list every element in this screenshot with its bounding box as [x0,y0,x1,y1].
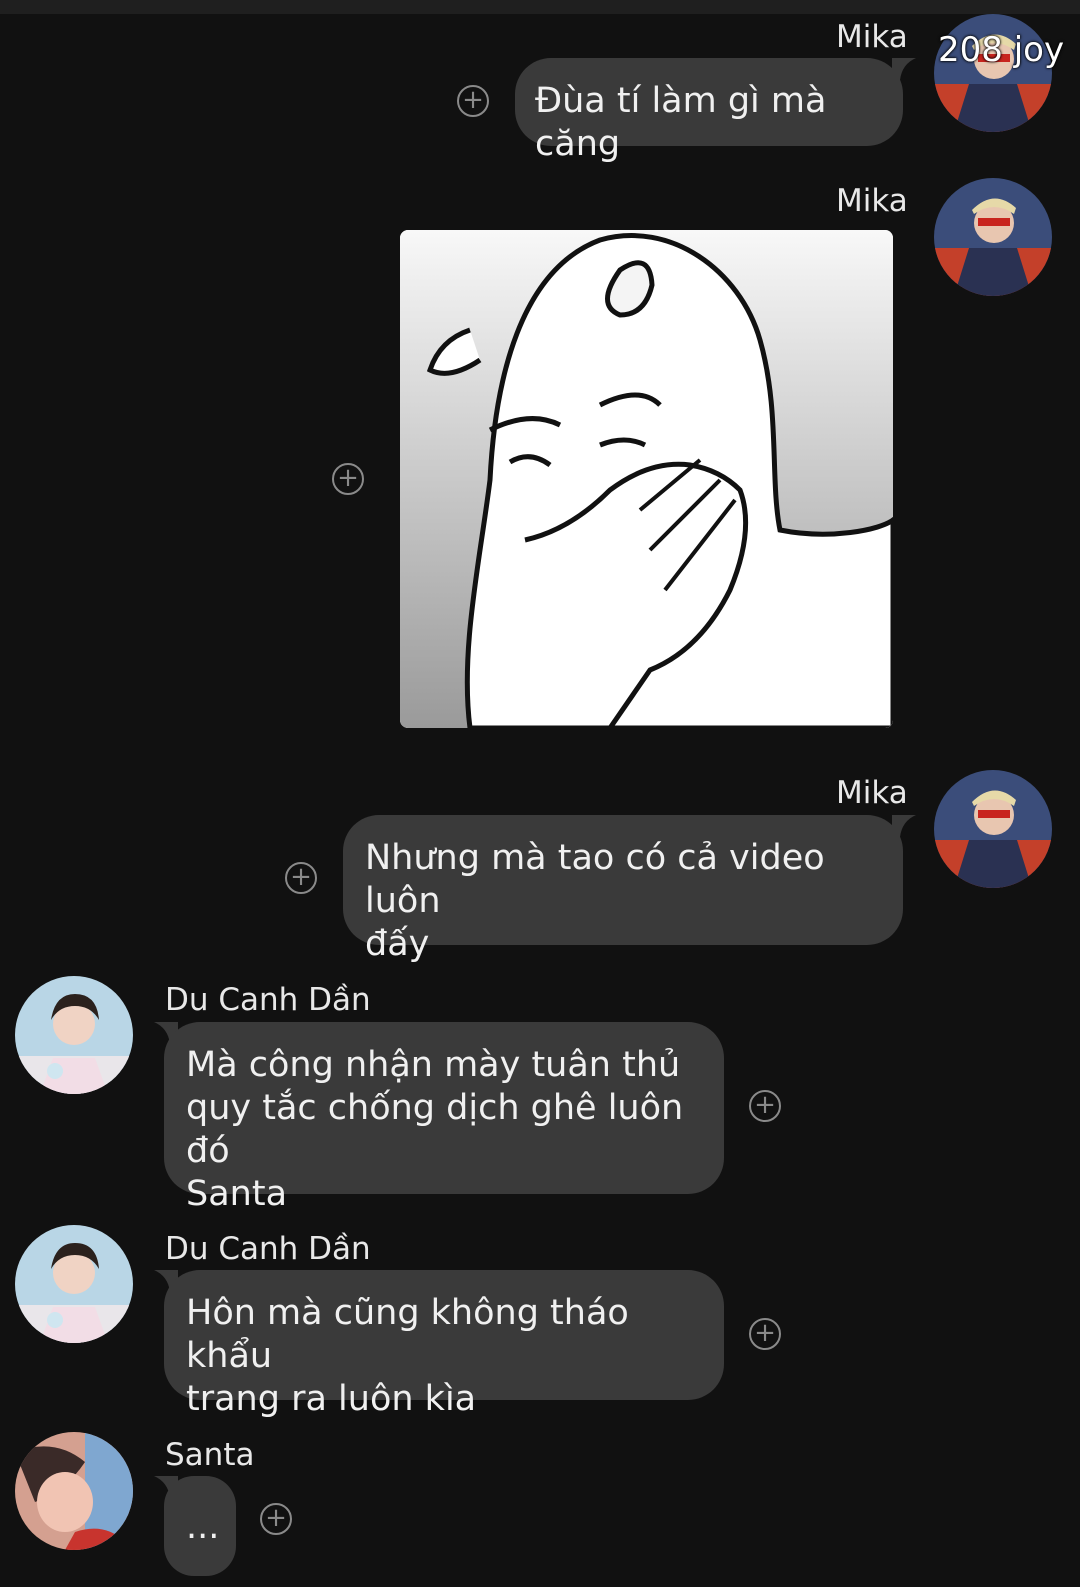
message-bubble[interactable]: ... [164,1476,236,1576]
sender-name: Du Canh Dần [165,982,371,1018]
sender-name: Du Canh Dần [165,1231,371,1267]
message-text: Nhưng mà tao có cả video luôn [365,838,825,921]
message-text: quy tắc chống dịch ghê luôn đó [186,1088,684,1171]
message-bubble[interactable]: Đùa tí làm gì mà căng [515,58,903,164]
react-plus-icon[interactable]: + [332,463,364,495]
message-bubble[interactable]: Mà công nhận mày tuân thủ quy tắc chống … [164,1022,724,1214]
avatar-mika[interactable] [934,178,1052,296]
message-text: trang ra luôn kìa [186,1379,477,1419]
bubble-tail [892,815,916,837]
react-plus-icon[interactable]: + [457,85,489,117]
message-bubble[interactable]: Hôn mà cũng không tháo khẩu trang ra luô… [164,1270,724,1419]
avatar-santa[interactable] [15,1432,133,1550]
react-plus-icon[interactable]: + [260,1503,292,1535]
sender-name: Mika [836,775,908,811]
react-plus-icon[interactable]: + [749,1318,781,1350]
avatar-du-canh-dan[interactable] [15,1225,133,1343]
react-plus-icon[interactable]: + [749,1090,781,1122]
avatar-du-canh-dan[interactable] [15,976,133,1094]
message-text: ... [186,1507,220,1547]
react-plus-icon[interactable]: + [285,862,317,894]
message-text: đấy [365,924,430,964]
message-text: Hôn mà cũng không tháo khẩu [186,1293,629,1376]
status-strip [0,0,1080,14]
message-text: Đùa tí làm gì mà căng [535,81,827,164]
sender-name: Mika [836,183,908,219]
sender-name: Mika [836,19,908,55]
message-text: Mà công nhận mày tuân thủ [186,1045,681,1085]
overlay-label: 208 joy [938,30,1065,70]
avatar-mika[interactable] [934,770,1052,888]
message-text: Santa [186,1174,288,1214]
message-bubble[interactable]: Nhưng mà tao có cả video luôn đấy [343,815,903,964]
sender-name: Santa [165,1437,255,1473]
bubble-tail [892,58,916,80]
face-palm-meme-sticker[interactable] [400,230,893,728]
